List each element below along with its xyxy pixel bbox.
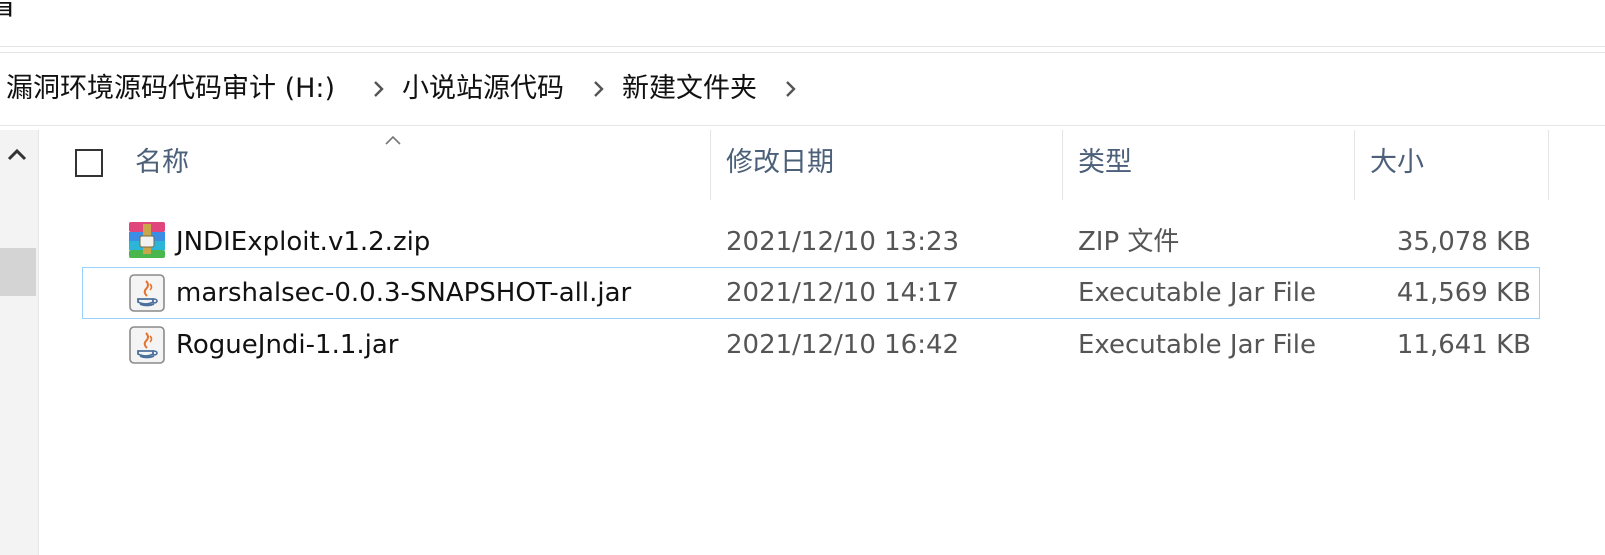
breadcrumb-item-drive[interactable]: 漏洞环境源码代码审计 (H:): [6, 71, 335, 107]
file-type: Executable Jar File: [1078, 278, 1316, 308]
chevron-right-icon[interactable]: [588, 71, 610, 107]
column-header-size[interactable]: 大小: [1370, 143, 1424, 183]
column-divider[interactable]: [1354, 130, 1355, 200]
column-header-type[interactable]: 类型: [1078, 143, 1132, 183]
scrollbar-thumb[interactable]: [0, 248, 36, 296]
file-size: 35,078 KB: [1396, 227, 1531, 257]
file-size: 11,641 KB: [1396, 330, 1531, 360]
file-name[interactable]: RogueJndi-1.1.jar: [176, 325, 399, 365]
chevron-right-icon[interactable]: [780, 71, 802, 107]
column-header-modified[interactable]: 修改日期: [726, 143, 834, 183]
file-size: 41,569 KB: [1396, 278, 1531, 308]
file-type: ZIP 文件: [1078, 227, 1180, 257]
address-bar[interactable]: 漏洞环境源码代码审计 (H:) 小说站源代码 新建文件夹: [0, 52, 1605, 126]
ribbon-strip: 看: [0, 0, 1605, 47]
file-name[interactable]: JNDIExploit.v1.2.zip: [176, 222, 430, 262]
java-jar-icon: [129, 274, 165, 312]
breadcrumb-item-current[interactable]: 新建文件夹: [622, 71, 757, 107]
chevron-right-icon[interactable]: [368, 71, 390, 107]
column-divider[interactable]: [1062, 130, 1063, 200]
sort-ascending-icon: [385, 135, 401, 145]
column-divider[interactable]: [710, 130, 711, 200]
navigation-pane: [0, 130, 39, 555]
column-header-name[interactable]: 名称: [135, 143, 189, 183]
select-all-checkbox[interactable]: [75, 149, 103, 177]
breadcrumb-item-folder[interactable]: 小说站源代码: [402, 71, 564, 107]
column-divider[interactable]: [1548, 130, 1549, 200]
file-type: Executable Jar File: [1078, 330, 1316, 360]
zip-archive-icon: [129, 222, 165, 258]
file-modified: 2021/12/10 13:23: [726, 227, 960, 257]
file-name[interactable]: marshalsec-0.0.3-SNAPSHOT-all.jar: [176, 273, 631, 313]
scroll-up-icon[interactable]: [4, 144, 30, 166]
ribbon-tab-label[interactable]: 看: [0, 0, 16, 20]
file-modified: 2021/12/10 16:42: [726, 330, 960, 360]
java-jar-icon: [129, 326, 165, 364]
file-modified: 2021/12/10 14:17: [726, 278, 960, 308]
